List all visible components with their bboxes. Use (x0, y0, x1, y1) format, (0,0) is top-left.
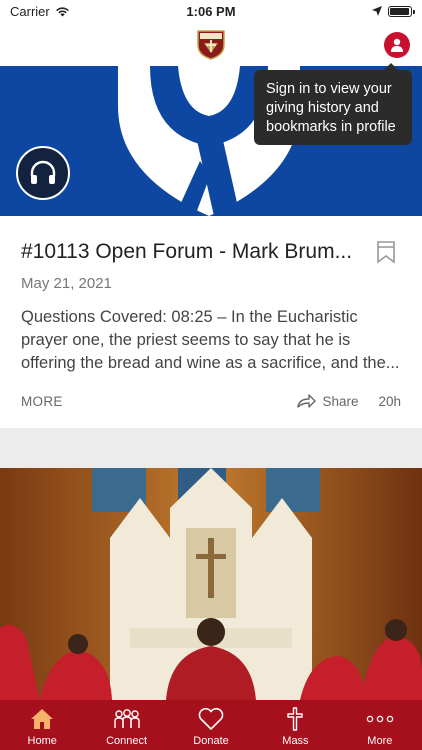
location-arrow-icon (372, 6, 382, 16)
bottom-tab-bar: Home Connect Donate Mass More (0, 700, 422, 750)
battery-level (390, 7, 409, 15)
battery-icon (388, 5, 415, 17)
card-footer-right: Share 20h (296, 393, 401, 409)
audio-play-button[interactable] (16, 146, 70, 200)
cross-icon (287, 707, 304, 731)
share-button[interactable]: Share (296, 393, 358, 409)
bookmark-icon[interactable] (376, 240, 396, 264)
episode-title[interactable]: #10113 Open Forum - Mark Brum... (21, 240, 361, 264)
tab-donate[interactable]: Donate (169, 700, 253, 750)
profile-button[interactable] (384, 32, 410, 58)
people-icon (113, 709, 140, 728)
tab-mass-label: Mass (282, 735, 309, 747)
headphones-icon (30, 160, 56, 184)
status-bar: Carrier 1:06 PM (0, 0, 422, 22)
user-icon (391, 38, 403, 52)
tab-home[interactable]: Home (0, 700, 84, 750)
heart-icon (198, 708, 224, 730)
sign-in-tooltip[interactable]: Sign in to view your giving history and … (254, 63, 412, 145)
status-left: Carrier (10, 4, 70, 19)
home-icon (31, 709, 54, 729)
tab-mass-icon-wrap (286, 706, 304, 732)
status-right (372, 5, 415, 17)
tab-mass[interactable]: Mass (253, 700, 337, 750)
episode-age: 20h (378, 393, 401, 409)
more-dots-icon (366, 715, 394, 723)
episode-description: Questions Covered: 08:25 – In the Euchar… (21, 308, 400, 372)
app-header (0, 22, 422, 66)
share-label: Share (322, 393, 359, 409)
tab-donate-label: Donate (193, 735, 229, 747)
tab-connect-icon-wrap (113, 706, 141, 732)
more-link[interactable]: MORE (21, 394, 63, 409)
share-arrow-icon (297, 394, 317, 408)
wifi-icon (55, 6, 69, 17)
tab-more[interactable]: More (338, 700, 422, 750)
church-altar-photo (0, 468, 422, 700)
card-footer: MORE Share 20h (21, 391, 401, 411)
feed-card-photo[interactable] (0, 468, 422, 700)
tab-connect-label: Connect (106, 735, 148, 747)
parish-crest-logo[interactable] (194, 27, 228, 61)
episode-date: May 21, 2021 (21, 275, 112, 292)
tab-more-label: More (367, 735, 393, 747)
tab-home-icon-wrap (30, 706, 54, 732)
tab-donate-icon-wrap (198, 706, 224, 732)
tab-more-icon-wrap (366, 706, 394, 732)
carrier-label: Carrier (10, 3, 50, 19)
tab-home-label: Home (27, 735, 57, 747)
tooltip-text: Sign in to view your giving history and … (266, 81, 396, 135)
tab-connect[interactable]: Connect (84, 700, 168, 750)
